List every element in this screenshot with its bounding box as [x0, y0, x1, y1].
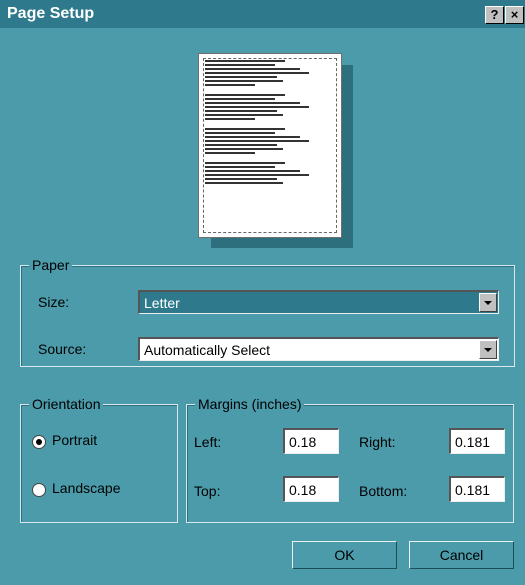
size-dropdown-button[interactable]: [479, 293, 497, 312]
bottom-margin-label: Bottom:: [359, 483, 408, 499]
close-button[interactable]: ×: [505, 6, 524, 24]
page-preview: [198, 53, 342, 238]
source-label: Source:: [38, 341, 87, 357]
orientation-group-label: Orientation: [29, 396, 104, 412]
top-margin-value: 0.18: [289, 482, 317, 498]
orientation-group: Orientation Portrait Landscape: [20, 396, 178, 523]
paper-group-label: Paper: [29, 257, 73, 273]
left-margin-value: 0.18: [289, 434, 317, 450]
help-button[interactable]: ?: [485, 6, 504, 24]
right-margin-input[interactable]: 0.181: [449, 428, 505, 454]
ok-button[interactable]: OK: [292, 541, 397, 569]
paper-group: Paper Size: Letter Source: Automatically…: [20, 257, 515, 367]
size-select[interactable]: Letter: [138, 290, 499, 314]
cancel-button[interactable]: Cancel: [409, 541, 514, 569]
window-title: Page Setup: [7, 5, 95, 22]
portrait-label[interactable]: Portrait: [52, 432, 97, 448]
size-label: Size:: [38, 294, 70, 310]
chevron-down-icon: [484, 301, 492, 305]
top-margin-input[interactable]: 0.18: [283, 476, 339, 502]
landscape-label[interactable]: Landscape: [52, 480, 121, 496]
right-margin-value: 0.181: [455, 434, 491, 450]
source-select[interactable]: Automatically Select: [138, 337, 499, 361]
bottom-margin-value: 0.181: [455, 482, 491, 498]
preview-text-lines: [205, 58, 313, 186]
bottom-margin-input[interactable]: 0.181: [449, 476, 505, 502]
landscape-radio[interactable]: [32, 483, 46, 497]
top-margin-label: Top:: [194, 483, 221, 499]
margins-group-label: Margins (inches): [195, 396, 305, 412]
title-bar: Page Setup ? ×: [0, 0, 525, 28]
source-select-value: Automatically Select: [144, 342, 271, 358]
portrait-radio[interactable]: [32, 435, 46, 449]
size-select-value: Letter: [144, 295, 180, 311]
radio-selected-dot-icon: [36, 439, 42, 445]
left-margin-input[interactable]: 0.18: [283, 428, 339, 454]
right-margin-label: Right:: [359, 434, 396, 450]
left-margin-label: Left:: [194, 434, 222, 450]
margins-group: Margins (inches) Left: 0.18 Right: 0.181…: [186, 396, 514, 523]
source-dropdown-button[interactable]: [479, 340, 497, 359]
chevron-down-icon: [484, 348, 492, 352]
